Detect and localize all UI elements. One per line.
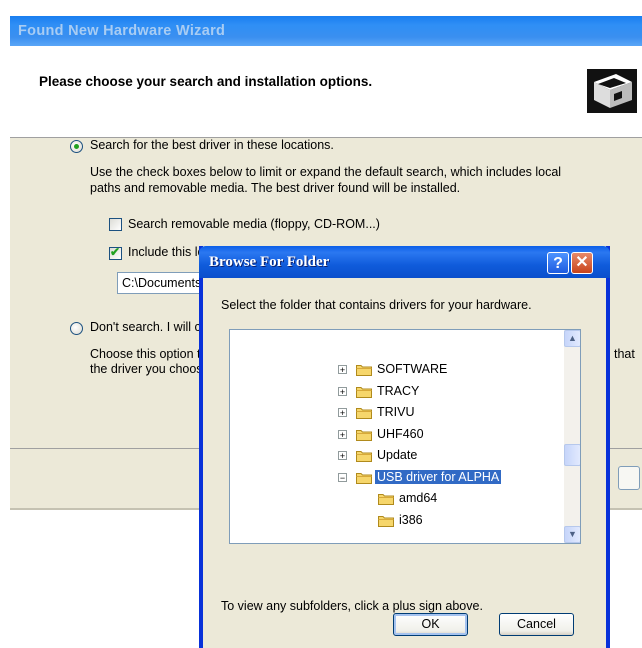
removable-media-label: Search removable media (floppy, CD-ROM..… [128,217,380,231]
search-description-line1: Use the check boxes below to limit or ex… [90,165,562,179]
expand-icon[interactable]: + [338,408,347,418]
folder-label: amd64 [399,491,438,505]
folder-label: i386 [399,512,423,527]
folder-icon [356,385,372,398]
ok-button[interactable]: OK [393,613,468,636]
folder-tree-item[interactable]: amd64 [230,489,560,509]
folder-tree[interactable]: + SOFTWARE + TRACY + TRIVU + UHF460 + Update − USB … [229,329,581,544]
folder-icon [378,514,394,527]
next-button-edge[interactable] [618,466,640,490]
folder-icon [356,449,372,462]
folder-tree-item[interactable]: + TRACY [230,382,560,402]
dont-search-label: Don't search. I will choose the driver t… [90,320,200,334]
folder-icon [356,428,372,441]
dont-search-description-line2: the driver you choose will be the best m… [90,362,200,376]
folder-label: TRACY [377,383,420,398]
close-button[interactable]: ✕ [571,252,593,274]
folder-icon [356,406,372,419]
expand-icon[interactable]: + [338,451,347,461]
folder-icon [378,492,394,505]
help-button[interactable]: ? [547,252,569,274]
dont-search-description-tail: that [614,347,635,361]
expand-icon[interactable]: + [338,386,347,396]
include-location-label: Include this location in the search: [128,245,199,259]
check-mark-icon: ✔ [110,245,121,259]
browse-dialog-title-bar: Browse For Folder ? ✕ [199,246,610,278]
wizard-header: Please choose your search and installati… [10,46,642,138]
folder-tree-item[interactable]: + SOFTWARE [230,360,560,380]
folder-tree-item[interactable]: + UHF460 [230,425,560,445]
include-location-checkbox[interactable]: ✔ [109,245,122,260]
folder-label: USB driver for ALPHA [375,469,502,484]
cancel-button[interactable]: Cancel [499,613,574,636]
scroll-up-button[interactable]: ▲ [564,330,580,347]
vertical-scrollbar[interactable]: ▲ ▼ [564,330,580,543]
expand-icon[interactable]: + [338,365,347,375]
folder-label: TRIVU [377,405,415,419]
scrollbar-thumb[interactable] [564,444,580,466]
chevron-up-icon: ▲ [568,333,577,343]
removable-media-checkbox[interactable] [109,218,122,231]
folder-tree-item[interactable]: + Update [230,446,560,466]
search-description-line2: paths and removable media. The best driv… [90,181,461,195]
search-locations-radio[interactable] [70,140,83,153]
folder-icon [356,363,372,376]
radio-selected-dot [74,144,79,149]
browse-for-folder-dialog: Browse For Folder ? ✕ Select the folder … [199,246,610,648]
folder-tree-item[interactable]: − USB driver for ALPHA [230,468,560,488]
scroll-down-button[interactable]: ▼ [564,526,580,543]
folder-icon [356,471,372,484]
wizard-title-bar: Found New Hardware Wizard [10,16,642,46]
browse-dialog-hint: To view any subfolders, click a plus sig… [221,599,483,613]
close-icon: ✕ [575,254,589,271]
hardware-wizard-icon [586,68,638,114]
chevron-down-icon: ▼ [568,529,577,539]
dont-search-description-line1: Choose this option to select the device … [90,347,200,361]
folder-label: Update [377,448,418,462]
expand-icon[interactable]: + [338,429,347,439]
folder-tree-item[interactable]: i386 [230,511,560,531]
folder-label: UHF460 [377,426,424,441]
search-locations-label: Search for the best driver in these loca… [90,138,334,152]
dont-search-radio[interactable] [70,322,83,335]
folder-label: SOFTWARE [377,362,448,376]
browse-dialog-title: Browse For Folder [209,254,330,270]
help-icon: ? [553,255,563,272]
wizard-heading: Please choose your search and installati… [39,74,373,89]
collapse-icon[interactable]: − [338,472,347,482]
browse-dialog-description: Select the folder that contains drivers … [221,298,532,312]
folder-tree-item[interactable]: + TRIVU [230,403,560,423]
